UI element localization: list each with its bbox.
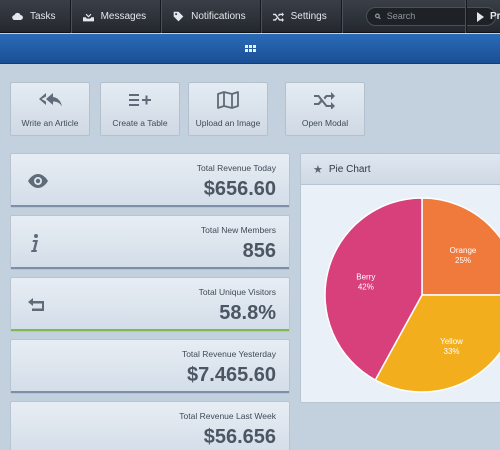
shortcut-label: Create a Table [112, 118, 168, 128]
stat-label: Total Revenue Today [196, 163, 276, 173]
cloud-icon [12, 12, 23, 20]
return-icon [28, 298, 44, 311]
nav-item-label: Messages [100, 10, 147, 22]
shortcut-label: Write an Article [21, 118, 79, 128]
shortcut-open-modal[interactable]: Open Modal [285, 82, 365, 136]
pie-chart-header: ★ Pie Chart [301, 154, 500, 185]
shuffle-icon [272, 11, 284, 22]
nav-item-profile[interactable]: Pr [466, 0, 500, 33]
stat-value: 58.8% [219, 302, 276, 324]
inbox-icon [82, 11, 94, 21]
sub-header-bar [0, 34, 500, 64]
pie-chart: Orange25% Yellow33% Berry42% [324, 197, 500, 393]
nav-item-settings[interactable]: Settings [261, 0, 342, 33]
star-icon: ★ [313, 163, 323, 176]
shortcut-write-article[interactable]: Write an Article [10, 82, 90, 136]
stat-label: Total New Members [200, 225, 276, 235]
nav-item-label: Pr [490, 11, 500, 22]
shortcut-label: Upload an Image [195, 118, 261, 128]
stat-accent-bar [11, 329, 289, 331]
stat-value: $7.465.60 [187, 364, 276, 386]
nav-item-label: Tasks [30, 10, 56, 22]
pie-slice-percent: 33% [444, 347, 460, 356]
list-add-icon [129, 94, 151, 106]
top-navbar: Tasks Messages Notifications Settings Pr [0, 0, 500, 33]
stat-card-revenue-last-week: Total Revenue Last Week $56.656 [10, 401, 290, 450]
stat-value: $56.656 [203, 426, 276, 448]
pie-slice-percent: 42% [358, 283, 374, 292]
pie-slice-percent: 25% [455, 256, 471, 265]
eye-icon [28, 174, 48, 188]
stat-label: Total Unique Visitors [198, 287, 276, 297]
stat-card-unique-visitors: Total Unique Visitors 58.8% [10, 277, 290, 332]
reply-all-icon [39, 93, 62, 107]
stat-value: $656.60 [203, 178, 276, 200]
stat-accent-bar [11, 267, 289, 269]
stat-card-revenue-today: Total Revenue Today $656.60 [10, 153, 290, 208]
nav-item-messages[interactable]: Messages [71, 0, 162, 33]
nav-item-label: Settings [290, 10, 327, 22]
pie-chart-title: Pie Chart [328, 163, 371, 175]
shortcut-create-table[interactable]: Create a Table [100, 82, 180, 136]
shortcut-label: Open Modal [301, 118, 349, 128]
pie-slice-name: Yellow [440, 337, 463, 346]
stat-card-revenue-yesterday: Total Revenue Yesterday $7.465.60 [10, 339, 290, 394]
pie-slice-name: Orange [450, 246, 477, 255]
nav-item-label: Notifications [191, 10, 246, 22]
pie-slice-name: Berry [356, 273, 375, 282]
search-icon [374, 13, 381, 19]
stat-accent-bar [11, 391, 289, 393]
stat-accent-bar [11, 205, 289, 207]
stat-label: Total Revenue Yesterday [181, 349, 276, 359]
shortcut-upload-image[interactable]: Upload an Image [188, 82, 268, 136]
nav-item-tasks[interactable]: Tasks [0, 0, 71, 33]
pie-chart-panel: ★ Pie Chart Orange 25% Yellow 33% Berry 42% [300, 153, 500, 403]
stat-label: Total Revenue Last Week [179, 411, 276, 421]
play-icon [477, 11, 484, 22]
info-icon [31, 234, 38, 252]
shuffle-icon [314, 92, 335, 109]
grid-menu-icon[interactable] [244, 45, 256, 52]
tag-icon [173, 11, 184, 21]
map-icon [217, 91, 239, 109]
stat-card-new-members: Total New Members 856 [10, 215, 290, 270]
nav-item-notifications[interactable]: Notifications [161, 0, 261, 33]
stat-value: 856 [242, 240, 276, 262]
